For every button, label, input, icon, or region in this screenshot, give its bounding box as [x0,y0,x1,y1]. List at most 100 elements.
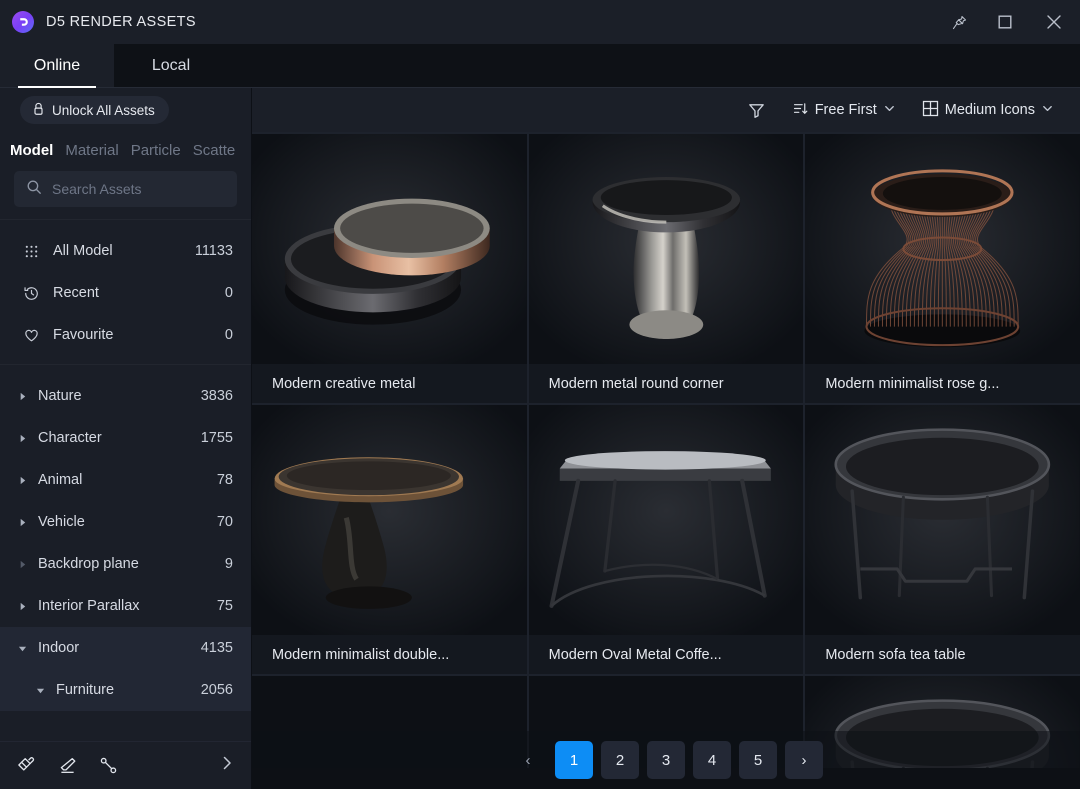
tree-item-count: 3836 [200,388,233,404]
pagination-next[interactable]: › [785,741,823,779]
chevron-right-icon[interactable] [16,518,28,527]
pagination-page-2[interactable]: 2 [601,741,639,779]
tree-item-label: Character [38,430,102,446]
asset-title: Modern minimalist double... [252,635,527,674]
tree-item-label: Backdrop plane [38,556,139,572]
lock-icon [32,102,45,119]
tree-item-label: Interior Parallax [38,598,140,614]
tree-item-count: 70 [216,514,233,530]
path-node-tool-icon[interactable] [98,755,119,776]
pagination: ‹ 1 2 3 4 5 › [252,731,1080,789]
grid-view-icon [922,100,939,121]
tree-item-indoor[interactable]: Indoor 4135 [0,627,251,669]
search-wrapper [0,165,251,219]
tree-item-animal[interactable]: Animal 78 [0,459,251,501]
unlock-all-assets-button[interactable]: Unlock All Assets [20,96,169,124]
tree-item-count: 2056 [200,682,233,698]
asset-thumbnail [252,405,527,635]
clock-icon [22,285,40,302]
window-body: Unlock All Assets Model Material Particl… [0,88,1080,789]
tree-item-count: 9 [224,556,233,572]
tab-local-label: Local [151,57,191,74]
unlock-all-assets-label: Unlock All Assets [52,102,155,118]
asset-card[interactable]: Modern minimalist double...PRO [252,405,527,698]
sidebar-item-favourite[interactable]: Favourite 0 [0,314,251,356]
stamp-tool-icon[interactable] [16,755,37,776]
sidebar-item-all-model-label: All Model [53,243,113,259]
asset-type-tab-model[interactable]: Model [10,142,53,159]
sort-label: Free First [814,102,877,118]
asset-thumbnail [252,134,527,364]
tree-item-interior-parallax[interactable]: Interior Parallax 75 [0,585,251,627]
app-title: D5 RENDER ASSETS [46,14,196,30]
chevron-right-icon[interactable] [16,392,28,401]
tree-item-backdrop-plane[interactable]: Backdrop plane 9 [0,543,251,585]
asset-type-tab-material[interactable]: Material [65,142,118,159]
chevron-down-icon[interactable] [16,644,28,653]
asset-grid-area: Modern creative metal Modern metal round… [252,132,1080,789]
view-size-dropdown[interactable]: Medium Icons [922,100,1054,121]
pagination-page-3[interactable]: 3 [647,741,685,779]
chevron-right-icon[interactable] [16,560,28,569]
tree-item-count: 1755 [200,430,233,446]
pagination-page-5[interactable]: 5 [739,741,777,779]
d5-logo-icon [12,11,34,33]
sort-icon [792,100,809,121]
title-bar: D5 RENDER ASSETS [0,0,1080,44]
tree-item-count: 78 [216,472,233,488]
chevron-right-icon[interactable] [16,434,28,443]
asset-type-tab-scatter[interactable]: Scatte [193,142,236,159]
tree-item-vehicle[interactable]: Vehicle 70 [0,501,251,543]
tab-online[interactable]: Online [0,44,114,88]
chevron-right-icon[interactable] [16,476,28,485]
tree-item-label: Nature [38,388,82,404]
sort-dropdown[interactable]: Free First [792,100,896,121]
sidebar-item-favourite-count: 0 [224,327,233,343]
search-input[interactable] [52,181,233,197]
asset-card[interactable]: Modern minimalist rose g... [805,134,1080,403]
pagination-page-1[interactable]: 1 [555,741,593,779]
eraser-tool-icon[interactable] [57,755,78,776]
pagination-page-4[interactable]: 4 [693,741,731,779]
sidebar-divider-2 [0,364,251,365]
asset-type-tab-particle[interactable]: Particle [131,142,181,159]
chevron-right-icon[interactable] [16,602,28,611]
sidebar-expand-button[interactable] [219,755,235,776]
search-box[interactable] [14,171,237,207]
heart-icon [22,327,40,344]
sidebar: Unlock All Assets Model Material Particl… [0,88,252,789]
sidebar-item-all-model-count: 11133 [194,243,233,259]
tree-item-nature[interactable]: Nature 3836 [0,375,251,417]
main-tab-bar: Online Local [0,44,1080,88]
chevron-down-icon [883,102,896,119]
tree-item-label: Furniture [56,682,115,698]
asset-thumbnail [528,134,804,364]
chevron-down-icon[interactable] [34,686,46,695]
asset-title: Modern creative metal [252,364,527,403]
tree-item-label: Vehicle [38,514,85,530]
filter-funnel-icon[interactable] [747,101,766,120]
asset-card[interactable]: Modern Oval Metal Coffe...PRO [528,405,804,698]
tab-local[interactable]: Local [114,44,228,88]
asset-title: Modern Oval Metal Coffe... [528,635,804,674]
tree-item-character[interactable]: Character 1755 [0,417,251,459]
sidebar-item-recent-count: 0 [224,285,233,301]
asset-type-tabs: Model Material Particle Scatte [0,132,251,165]
asset-thumbnail [528,405,804,635]
pagination-prev[interactable]: ‹ [509,741,547,779]
asset-card[interactable]: Modern creative metal [252,134,527,403]
tab-bar-filler [228,44,1080,88]
close-icon[interactable] [1028,0,1080,44]
pin-icon[interactable] [936,0,982,44]
sidebar-item-all-model[interactable]: All Model 11133 [0,230,251,272]
grid-dots-icon [22,244,40,259]
tab-online-label: Online [33,57,81,74]
chevron-down-icon-2 [1041,102,1054,119]
asset-card[interactable]: Modern sofa tea tablePRO [805,405,1080,698]
view-size-label: Medium Icons [944,102,1035,118]
asset-card[interactable]: Modern metal round corner [528,134,804,403]
sidebar-item-favourite-label: Favourite [53,327,114,343]
maximize-icon[interactable] [982,0,1028,44]
sidebar-item-recent[interactable]: Recent 0 [0,272,251,314]
tree-item-furniture[interactable]: Furniture 2056 [0,669,251,711]
